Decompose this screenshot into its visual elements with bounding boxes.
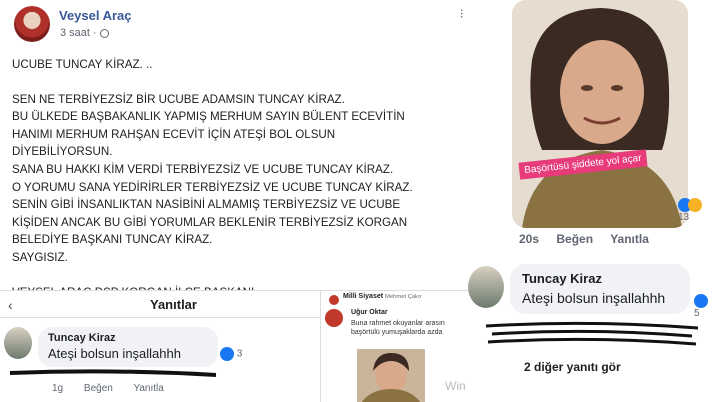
source-logo xyxy=(329,295,339,305)
reply-button[interactable]: Yanıtla xyxy=(133,383,163,394)
user-avatar[interactable] xyxy=(325,309,343,327)
comment-time: 20s xyxy=(519,232,540,246)
post-paragraph: SEN NE TERBİYEZSİZ BİR UCUBE ADAMSIN TUN… xyxy=(12,92,413,264)
reaction-summary[interactable]: 13 xyxy=(678,198,714,223)
comment-text: Ateşi bolsun inşallahhh xyxy=(522,290,666,306)
comment-like-badge[interactable]: 5 xyxy=(694,294,714,319)
reaction-count: 13 xyxy=(678,212,690,223)
replies-screen: ‹ Yanıtlar Tuncay Kiraz Ateşi bolsun inş… xyxy=(0,290,320,402)
replies-heading: Yanıtlar xyxy=(150,297,197,312)
post-time: 3 saat · xyxy=(60,27,109,39)
comment-text: Ateşi bolsun inşallahhh xyxy=(48,346,181,361)
divider xyxy=(0,317,320,318)
woman-portrait-image xyxy=(357,349,425,402)
commenter-avatar[interactable] xyxy=(4,327,32,359)
like-reaction-icon xyxy=(694,294,708,308)
comment-like-badge[interactable]: 3 xyxy=(220,347,242,361)
globe-icon xyxy=(99,28,109,38)
post-time-text: 3 saat · xyxy=(60,27,97,39)
reply-screenshot: Başörtüsü şiddete yol açar 13 20s Beğen … xyxy=(468,0,714,402)
commenter-avatar[interactable] xyxy=(468,266,504,308)
like-reaction-icon xyxy=(220,347,234,361)
news-source-author: Mehmet Çakır xyxy=(385,294,422,300)
comment-time: 1g xyxy=(52,383,64,394)
post-title-line: UCUBE TUNCAY KİRAZ. .. xyxy=(12,58,153,71)
comment-actions: 20s Beğen Yanıtla xyxy=(519,232,663,246)
facebook-post: Veysel Araç 3 saat · ··· UCUBE TUNCAY Kİ… xyxy=(0,0,470,299)
comment-actions: 1g Beğen Yanıtla xyxy=(52,383,182,394)
post-author[interactable]: Veysel Araç xyxy=(59,8,132,23)
more-replies-link[interactable]: 2 diğer yanıtı gör xyxy=(524,360,621,374)
author-avatar[interactable] xyxy=(14,6,50,42)
reply-button[interactable]: Yanıtla xyxy=(610,232,649,246)
news-snippet: Buna rahmet okuyanlar arasın başörtülü y… xyxy=(351,320,445,336)
news-image[interactable] xyxy=(357,349,425,402)
like-button[interactable]: Beğen xyxy=(556,232,593,246)
underline-scribble xyxy=(485,321,699,346)
watermark-text: Win xyxy=(445,379,466,393)
like-button[interactable]: Beğen xyxy=(84,383,113,394)
news-thumbnail: Milli Siyaset Mehmet Çakır Uğur Oktar Bu… xyxy=(320,290,468,402)
comment-author[interactable]: Tuncay Kiraz xyxy=(48,332,208,344)
comment-bubble: Tuncay Kiraz Ateşi bolsun inşallahhh xyxy=(510,264,690,314)
news-source-name: Milli Siyaset xyxy=(343,293,384,300)
comment-bubble: Tuncay Kiraz Ateşi bolsun inşallahhh xyxy=(38,327,218,367)
comment-like-count: 3 xyxy=(236,348,243,360)
back-arrow-icon[interactable]: ‹ xyxy=(8,297,13,313)
woman-portrait-image xyxy=(512,0,688,228)
shared-photo[interactable] xyxy=(512,0,688,228)
comment-author[interactable]: Tuncay Kiraz xyxy=(522,271,678,286)
news-source[interactable]: Milli Siyaset Mehmet Çakır xyxy=(343,293,422,300)
news-user[interactable]: Uğur Oktar xyxy=(351,309,388,316)
haha-reaction-icon xyxy=(688,198,702,212)
post-body: UCUBE TUNCAY KİRAZ. .. SEN NE TERBİYEZSİ… xyxy=(12,56,462,301)
underline-scribble xyxy=(9,369,217,377)
